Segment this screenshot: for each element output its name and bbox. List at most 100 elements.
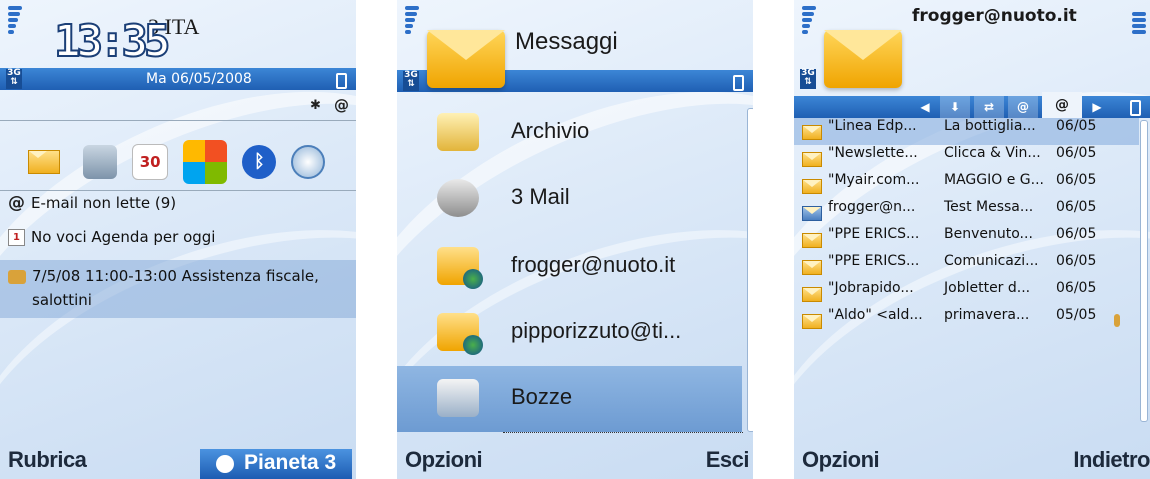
menu-item-pipporizzuto[interactable]: pipporizzuto@ti... <box>397 300 742 366</box>
message-sender: "Myair.com... <box>828 172 920 188</box>
menu-item-label: frogger@nuoto.it <box>511 252 676 277</box>
at-icon: @ <box>8 193 25 213</box>
message-row[interactable]: frogger@n... Test Messa... 06/05 <box>794 199 1139 226</box>
tab-mailbox-active[interactable]: @ <box>1042 92 1082 118</box>
signal-strength-icon <box>405 6 419 36</box>
message-subject: Clicca & Vin... <box>944 145 1041 161</box>
network-3g-icon: 3G ⇅ <box>800 68 816 89</box>
signal-strength-icon <box>8 6 22 36</box>
battery-icon <box>1130 100 1141 116</box>
messaging-app-icon <box>427 30 505 88</box>
tab-at-icon[interactable]: @ <box>1008 96 1038 118</box>
clock-display: 13:35 <box>53 15 171 68</box>
battery-icon <box>336 73 347 89</box>
notification-email[interactable]: @ E-mail non lette (9) <box>0 193 356 221</box>
notification-text: 7/5/08 11:00-13:00 Assistenza fiscale, <box>32 267 319 285</box>
message-date: 06/05 <box>1056 145 1097 161</box>
scrollbar[interactable] <box>747 108 753 432</box>
message-row[interactable]: "Aldo" <ald... primavera... 05/05 <box>794 307 1139 334</box>
battery-icon <box>733 75 744 91</box>
notification-calendar[interactable]: 1 No voci Agenda per oggi <box>0 228 356 256</box>
network-3g-icon: 3G ⇅ <box>403 70 419 91</box>
signal-strength-icon <box>802 6 816 36</box>
drafts-icon <box>437 379 479 417</box>
globe-mail-icon <box>437 313 483 355</box>
message-date: 06/05 <box>1056 118 1097 134</box>
softkey-left[interactable]: Opzioni <box>405 447 483 473</box>
tab-inbox-icon[interactable]: ⬇ <box>940 96 970 118</box>
message-row[interactable]: "Myair.com... MAGGIO e G... 06/05 <box>794 172 1139 199</box>
message-sender: "Aldo" <ald... <box>828 307 923 323</box>
message-row[interactable]: "Jobrapido... Jobletter d... 06/05 <box>794 280 1139 307</box>
menu-item-label: 3 Mail <box>511 184 570 209</box>
calendar-icon[interactable]: 30 <box>132 144 169 180</box>
battery-level-icon <box>1132 12 1146 36</box>
messaging-screen: Messaggi 3G ⇅ Archivio 3 Mail frogger@nuo… <box>397 0 753 479</box>
calendar-small-icon: 1 <box>8 229 25 246</box>
message-sender: frogger@n... <box>828 199 916 215</box>
menu-item-label: pipporizzuto@ti... <box>511 318 682 343</box>
menu-item-label: Bozze <box>511 384 573 409</box>
date-label: Ma 06/05/2008 <box>146 71 252 87</box>
divider <box>0 190 356 191</box>
menu-item-frogger[interactable]: frogger@nuoto.it <box>397 234 742 300</box>
message-sender: "Newslette... <box>828 145 918 161</box>
menu-item-bozze[interactable]: Bozze <box>397 366 742 432</box>
message-sender: "Linea Edp... <box>828 118 917 134</box>
notification-text-continued: salottini <box>32 291 92 309</box>
handshake-icon <box>8 269 26 284</box>
message-subject: Test Messa... <box>944 199 1034 215</box>
camera-icon[interactable] <box>83 145 118 179</box>
message-date: 05/05 <box>1056 307 1097 323</box>
clock-icon[interactable] <box>291 145 326 179</box>
selection-underline <box>503 432 743 433</box>
message-row[interactable]: "PPE ERICS... Comunicazi... 06/05 <box>794 253 1139 280</box>
message-subject: Benvenuto... <box>944 226 1033 242</box>
envelope-unread-icon <box>802 287 822 302</box>
divider <box>0 120 356 121</box>
message-sender: "PPE ERICS... <box>828 226 920 242</box>
message-sender: "PPE ERICS... <box>828 253 920 269</box>
message-sender: "Jobrapido... <box>828 280 914 296</box>
message-row[interactable]: "Linea Edp... La bottiglia... 06/05 <box>794 118 1139 145</box>
envelope-unread-icon <box>802 125 822 140</box>
notification-text: No voci Agenda per oggi <box>31 228 216 246</box>
softkey-left[interactable]: Rubrica <box>8 447 87 473</box>
tab-outbox-icon[interactable]: ⇄ <box>974 96 1004 118</box>
notification-text: E-mail non lette (9) <box>31 194 177 212</box>
envelope-unread-icon <box>802 314 822 329</box>
softkey-right[interactable]: Esci <box>706 447 750 473</box>
envelope-icon[interactable] <box>28 150 60 174</box>
attachment-icon <box>1114 314 1120 327</box>
windows-icon[interactable] <box>183 140 228 184</box>
message-subject: Comunicazi... <box>944 253 1039 269</box>
tab-scroll-right-icon[interactable]: ▶ <box>1090 96 1104 118</box>
message-date: 06/05 <box>1056 253 1097 269</box>
envelope-unread-icon <box>802 152 822 167</box>
softkey-right[interactable]: Indietro <box>1073 447 1150 473</box>
message-subject: primavera... <box>944 307 1030 323</box>
message-date: 06/05 <box>1056 280 1097 296</box>
envelope-unread-icon <box>802 179 822 194</box>
menu-item-archivio[interactable]: Archivio <box>397 100 742 166</box>
mailbox-screen: frogger@nuoto.it 3G ⇅ ◀ ⬇ ⇄ @ @ ▶ "Linea … <box>794 0 1150 479</box>
envelope-unread-icon <box>802 260 822 275</box>
notification-appointment[interactable]: 7/5/08 11:00-13:00 Assistenza fiscale, s… <box>0 260 356 318</box>
message-date: 06/05 <box>1056 226 1097 242</box>
page-title: Messaggi <box>515 28 618 55</box>
bluetooth-status-icon: ✱ <box>310 98 321 113</box>
tab-scroll-left-icon[interactable]: ◀ <box>918 96 932 118</box>
home-screen: 13:35 3 ITA 3G ⇅ Ma 06/05/2008 ✱ @ 30 ᛒ @… <box>0 0 356 479</box>
mailbox-icon <box>437 179 479 217</box>
globe-mail-icon <box>437 247 483 289</box>
pianeta3-icon <box>216 455 234 473</box>
email-status-icon: @ <box>334 96 349 114</box>
softkey-left[interactable]: Opzioni <box>802 447 880 473</box>
message-row[interactable]: "Newslette... Clicca & Vin... 06/05 <box>794 145 1139 172</box>
bluetooth-icon[interactable]: ᛒ <box>242 145 277 179</box>
menu-item-3mail[interactable]: 3 Mail <box>397 166 742 232</box>
shortcut-bar: 30 ᛒ <box>28 140 335 186</box>
scrollbar[interactable] <box>1140 120 1148 422</box>
message-row[interactable]: "PPE ERICS... Benvenuto... 06/05 <box>794 226 1139 253</box>
softkey-right-button[interactable]: Pianeta 3 <box>200 449 352 479</box>
